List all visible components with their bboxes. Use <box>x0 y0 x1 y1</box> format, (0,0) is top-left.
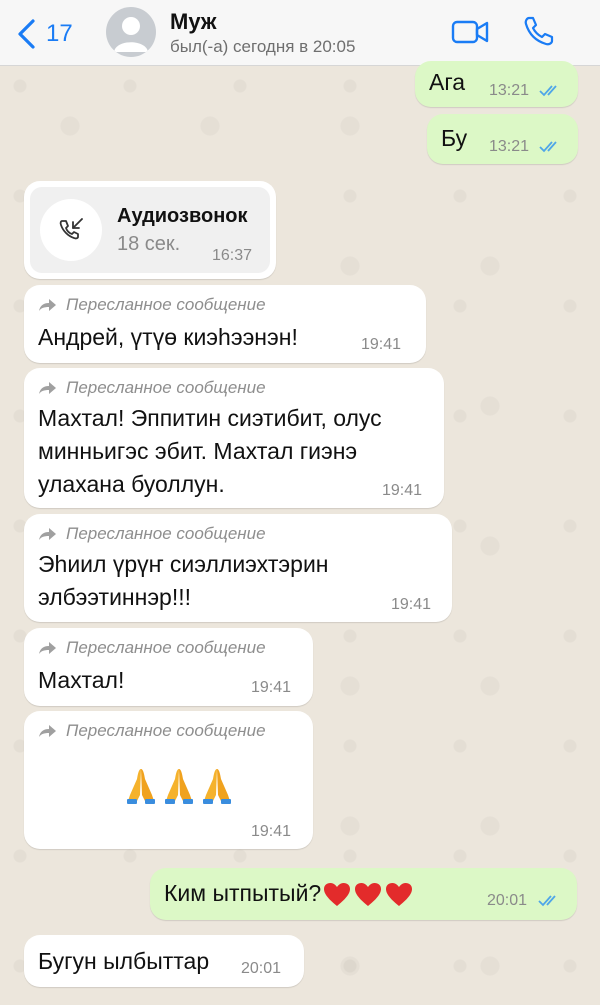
chat-header: 17 Муж был(-а) сегодня в 20:05 <box>0 0 600 66</box>
forward-arrow-icon <box>39 642 56 654</box>
call-icon-circle <box>40 199 102 261</box>
audio-call-message[interactable]: Аудиозвонок 18 сек. 16:37 <box>24 181 276 279</box>
double-check-icon <box>539 141 557 153</box>
emoji-row <box>124 765 234 805</box>
forwarded-text: Пересланное сообщение <box>66 295 266 314</box>
message-text-line: минньигэс эбит. Махтал гиэнэ <box>38 438 358 464</box>
phone-icon[interactable] <box>520 14 560 50</box>
forwarded-label: Пересланное сообщение <box>38 721 266 741</box>
message-time: 13:21 <box>489 82 530 99</box>
message-text: Андрей, үтүө киэhээнэн! <box>38 324 298 350</box>
avatar[interactable] <box>106 7 156 57</box>
message-time: 19:41 <box>382 482 423 499</box>
double-check-icon <box>539 85 557 97</box>
forwarded-label: Пересланное сообщение <box>38 638 266 658</box>
forwarded-text: Пересланное сообщение <box>66 378 266 397</box>
message-text: Бу <box>441 125 468 151</box>
forwarded-label: Пересланное сообщение <box>38 524 266 544</box>
hearts-emoji-group <box>323 882 413 908</box>
message-outgoing[interactable]: Бу 13:21 <box>427 114 578 164</box>
video-call-icon[interactable] <box>450 14 490 50</box>
forwarded-text: Пересланное сообщение <box>66 638 266 657</box>
folded-hands-emoji <box>127 769 155 804</box>
message-incoming[interactable]: Пересланное сообщение 19:41 <box>24 711 313 849</box>
back-button[interactable]: 17 <box>14 14 73 54</box>
message-outgoing[interactable]: Ким ытпытый? 20:01 <box>150 868 577 920</box>
message-time: 13:21 <box>489 138 530 155</box>
folded-hands-emoji <box>203 769 231 804</box>
forwarded-label: Пересланное сообщение <box>38 295 266 315</box>
message-text-line: элбээтиннэр!!! <box>38 584 192 610</box>
red-heart-emoji <box>324 882 351 906</box>
message-incoming[interactable]: Пересланное сообщение Андрей, үтүө киэhэ… <box>24 285 426 363</box>
forwarded-text: Пересланное сообщение <box>66 721 266 740</box>
double-check-icon <box>538 895 556 907</box>
message-text: Махтал! <box>38 667 125 693</box>
message-text-line: Махтал! Эппитин сиэтибит, олус <box>38 405 382 431</box>
last-seen-status: был(-а) сегодня в 20:05 <box>170 37 356 56</box>
red-heart-emoji <box>355 882 382 906</box>
message-incoming[interactable]: Пересланное сообщение Эhиил үрүҥ сиэллиэ… <box>24 514 452 622</box>
forward-arrow-icon <box>39 299 56 311</box>
message-time: 19:41 <box>251 823 292 840</box>
message-time: 20:01 <box>241 960 282 977</box>
message-time: 20:01 <box>487 892 528 909</box>
audio-call-card: Аудиозвонок 18 сек. 16:37 <box>30 187 270 273</box>
unread-count: 17 <box>46 20 73 47</box>
message-text-content: Ким ытпытый? <box>164 880 322 906</box>
message-incoming[interactable]: Пересланное сообщение Махтал! Эппитин си… <box>24 368 444 508</box>
message-time: 19:41 <box>391 596 432 613</box>
message-incoming[interactable]: Бугун ылбыттар 20:01 <box>24 935 304 987</box>
message-text: Ким ытпытый? <box>164 877 413 910</box>
forwarded-text: Пересланное сообщение <box>66 524 266 543</box>
forwarded-label: Пересланное сообщение <box>38 378 266 398</box>
forward-arrow-icon <box>39 382 56 394</box>
message-text: Ага <box>429 69 466 95</box>
call-duration: 18 сек. <box>117 233 181 255</box>
message-time: 16:37 <box>212 247 253 264</box>
message-text-line: улахана буоллун. <box>38 471 225 497</box>
message-text-line: Эhиил үрүҥ сиэллиэхтэрин <box>38 551 329 577</box>
message-incoming[interactable]: Пересланное сообщение Махтал! 19:41 <box>24 628 313 706</box>
message-time: 19:41 <box>361 336 402 353</box>
message-time: 19:41 <box>251 679 292 696</box>
message-text: Бугун ылбыттар <box>38 948 210 974</box>
missed-incoming-call-icon <box>59 218 83 240</box>
forward-arrow-icon <box>39 725 56 737</box>
folded-hands-emoji <box>165 769 193 804</box>
message-outgoing[interactable]: Ага 13:21 <box>415 61 578 107</box>
contact-name[interactable]: Муж <box>170 9 216 35</box>
red-heart-emoji <box>386 882 413 906</box>
avatar-placeholder-icon <box>114 17 148 52</box>
forward-arrow-icon <box>39 528 56 540</box>
call-title: Аудиозвонок <box>117 205 248 227</box>
chevron-left-icon <box>18 19 35 49</box>
